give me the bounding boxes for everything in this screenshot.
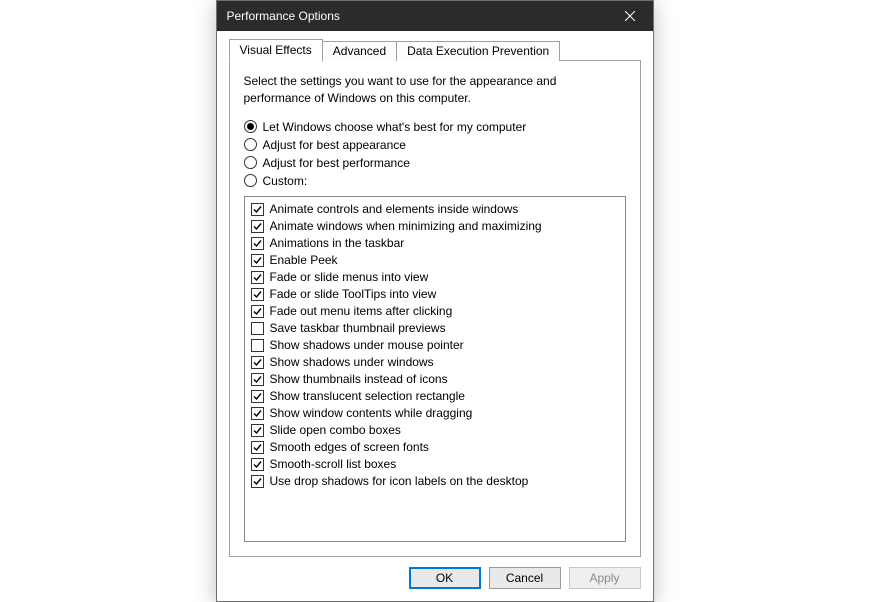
tab-advanced[interactable]: Advanced [322, 41, 397, 61]
checkbox-icon [251, 288, 264, 301]
checklist-item-label: Show thumbnails instead of icons [270, 372, 448, 386]
window-title: Performance Options [227, 9, 608, 23]
checkbox-icon [251, 424, 264, 437]
tab-label: Visual Effects [240, 43, 312, 57]
checklist-item-label: Animate controls and elements inside win… [270, 202, 519, 216]
radio-label: Custom: [263, 174, 308, 188]
ok-button[interactable]: OK [409, 567, 481, 589]
close-icon [625, 11, 635, 21]
checkbox-icon [251, 237, 264, 250]
checkbox-icon [251, 271, 264, 284]
radio-label: Let Windows choose what's best for my co… [263, 120, 527, 134]
checklist-item[interactable]: Smooth-scroll list boxes [251, 456, 619, 473]
radio-icon [244, 174, 257, 187]
checklist-item[interactable]: Show shadows under windows [251, 354, 619, 371]
checklist-item-label: Animations in the taskbar [270, 236, 405, 250]
checklist-item[interactable]: Animate windows when minimizing and maxi… [251, 218, 619, 235]
checklist-item-label: Show shadows under windows [270, 355, 434, 369]
radio-custom[interactable]: Custom: [244, 172, 626, 190]
dialog-button-row: OK Cancel Apply [229, 567, 641, 589]
checklist-item[interactable]: Animations in the taskbar [251, 235, 619, 252]
checkbox-icon [251, 305, 264, 318]
checklist-item-label: Smooth-scroll list boxes [270, 457, 397, 471]
checkbox-icon [251, 441, 264, 454]
checklist-item[interactable]: Show thumbnails instead of icons [251, 371, 619, 388]
radio-icon [244, 138, 257, 151]
checklist-item-label: Slide open combo boxes [270, 423, 401, 437]
checklist-item-label: Show translucent selection rectangle [270, 389, 465, 403]
titlebar[interactable]: Performance Options [217, 1, 653, 31]
tab-data-execution-prevention[interactable]: Data Execution Prevention [396, 41, 560, 61]
checklist-item[interactable]: Slide open combo boxes [251, 422, 619, 439]
checkbox-icon [251, 322, 264, 335]
checklist-item[interactable]: Use drop shadows for icon labels on the … [251, 473, 619, 490]
checklist-item[interactable]: Animate controls and elements inside win… [251, 201, 619, 218]
radio-label: Adjust for best performance [263, 156, 410, 170]
radio-best-performance[interactable]: Adjust for best performance [244, 154, 626, 172]
checkbox-icon [251, 475, 264, 488]
checkbox-icon [251, 220, 264, 233]
tabpanel-visual-effects: Select the settings you want to use for … [229, 60, 641, 556]
radio-best-appearance[interactable]: Adjust for best appearance [244, 136, 626, 154]
performance-profile-radio-group: Let Windows choose what's best for my co… [244, 118, 626, 190]
close-button[interactable] [608, 1, 653, 31]
checkbox-icon [251, 254, 264, 267]
checkbox-icon [251, 407, 264, 420]
checklist-item[interactable]: Show shadows under mouse pointer [251, 337, 619, 354]
checklist-item-label: Save taskbar thumbnail previews [270, 321, 446, 335]
client-area: Visual Effects Advanced Data Execution P… [217, 31, 653, 600]
checkbox-icon [251, 203, 264, 216]
checklist-item-label: Fade out menu items after clicking [270, 304, 453, 318]
checklist-item[interactable]: Show translucent selection rectangle [251, 388, 619, 405]
checklist-item-label: Show shadows under mouse pointer [270, 338, 464, 352]
radio-let-windows-choose[interactable]: Let Windows choose what's best for my co… [244, 118, 626, 136]
radio-label: Adjust for best appearance [263, 138, 406, 152]
intro-text: Select the settings you want to use for … [244, 73, 564, 105]
checkbox-icon [251, 373, 264, 386]
checklist-item[interactable]: Save taskbar thumbnail previews [251, 320, 619, 337]
checklist-item-label: Show window contents while dragging [270, 406, 473, 420]
tabstrip: Visual Effects Advanced Data Execution P… [229, 39, 641, 61]
checklist-item[interactable]: Fade or slide menus into view [251, 269, 619, 286]
radio-icon [244, 156, 257, 169]
checklist-item-label: Enable Peek [270, 253, 338, 267]
checkbox-icon [251, 390, 264, 403]
tab-label: Data Execution Prevention [407, 44, 549, 58]
apply-button[interactable]: Apply [569, 567, 641, 589]
checkbox-icon [251, 339, 264, 352]
checklist-item[interactable]: Show window contents while dragging [251, 405, 619, 422]
checklist-item[interactable]: Smooth edges of screen fonts [251, 439, 619, 456]
checklist-item-label: Animate windows when minimizing and maxi… [270, 219, 542, 233]
checklist-item[interactable]: Fade or slide ToolTips into view [251, 286, 619, 303]
tab-label: Advanced [333, 44, 386, 58]
visual-effects-checklist[interactable]: Animate controls and elements inside win… [244, 196, 626, 542]
checklist-item-label: Fade or slide ToolTips into view [270, 287, 437, 301]
checkbox-icon [251, 458, 264, 471]
radio-icon [244, 120, 257, 133]
cancel-button[interactable]: Cancel [489, 567, 561, 589]
tab-visual-effects[interactable]: Visual Effects [229, 39, 323, 62]
checkbox-icon [251, 356, 264, 369]
checklist-item-label: Use drop shadows for icon labels on the … [270, 474, 529, 488]
checklist-item-label: Smooth edges of screen fonts [270, 440, 429, 454]
checklist-item[interactable]: Enable Peek [251, 252, 619, 269]
checklist-item-label: Fade or slide menus into view [270, 270, 429, 284]
performance-options-dialog: Performance Options Visual Effects Advan… [216, 0, 654, 601]
checklist-item[interactable]: Fade out menu items after clicking [251, 303, 619, 320]
